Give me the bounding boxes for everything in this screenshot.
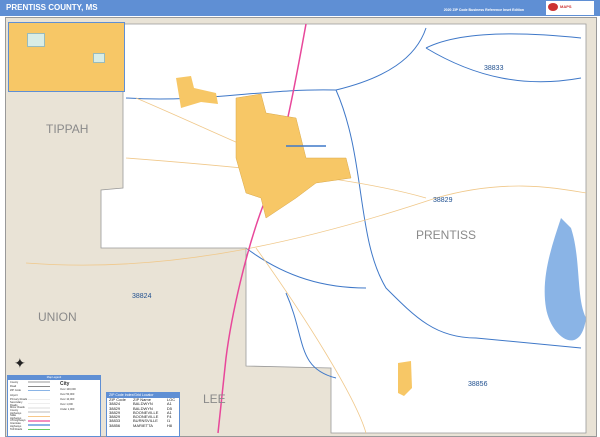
- zip-label-38833: 38833: [484, 65, 504, 72]
- publisher-logo: MAPS: [546, 1, 594, 15]
- prentiss-county-area: [100, 23, 587, 434]
- zip-label-38856: 38856: [468, 381, 488, 388]
- county-label-tippah: TIPPAH: [46, 122, 89, 136]
- map-legend: Map Legend County Road ZIP Code Airport …: [7, 375, 101, 437]
- inset-park: [93, 53, 105, 63]
- legend-population: City Over 100,000 Over 50,000 Over 10,00…: [60, 381, 76, 412]
- zip-label-38824: 38824: [132, 293, 152, 300]
- county-label-prentiss: PRENTISS: [416, 228, 477, 242]
- zip-index-table: ZIP Code Index/Grid Locator ZIP Code ZIP …: [106, 392, 180, 437]
- county-label-union: UNION: [38, 310, 77, 324]
- map-subtitle: 2020 ZIP Code Business Reference Inset E…: [443, 8, 524, 12]
- compass-rose-icon: ✦: [14, 355, 26, 371]
- header-bar: PRENTISS COUNTY, MS 2020 ZIP Code Busine…: [0, 0, 600, 16]
- legend-row: Toll Roads: [8, 427, 100, 431]
- county-label-lee: LEE: [203, 392, 226, 406]
- logo-text: MAPS: [560, 4, 572, 9]
- table-row: 38856 MARIETTA H8: [109, 422, 172, 428]
- booneville-inset-map: [8, 22, 125, 92]
- logo-icon: [548, 3, 558, 11]
- map-canvas[interactable]: TIPPAH PRENTISS UNION LEE 38833 38829 38…: [5, 17, 597, 437]
- inset-park: [27, 33, 45, 47]
- zip-label-38829: 38829: [433, 197, 453, 204]
- map-title: PRENTISS COUNTY, MS: [6, 3, 98, 12]
